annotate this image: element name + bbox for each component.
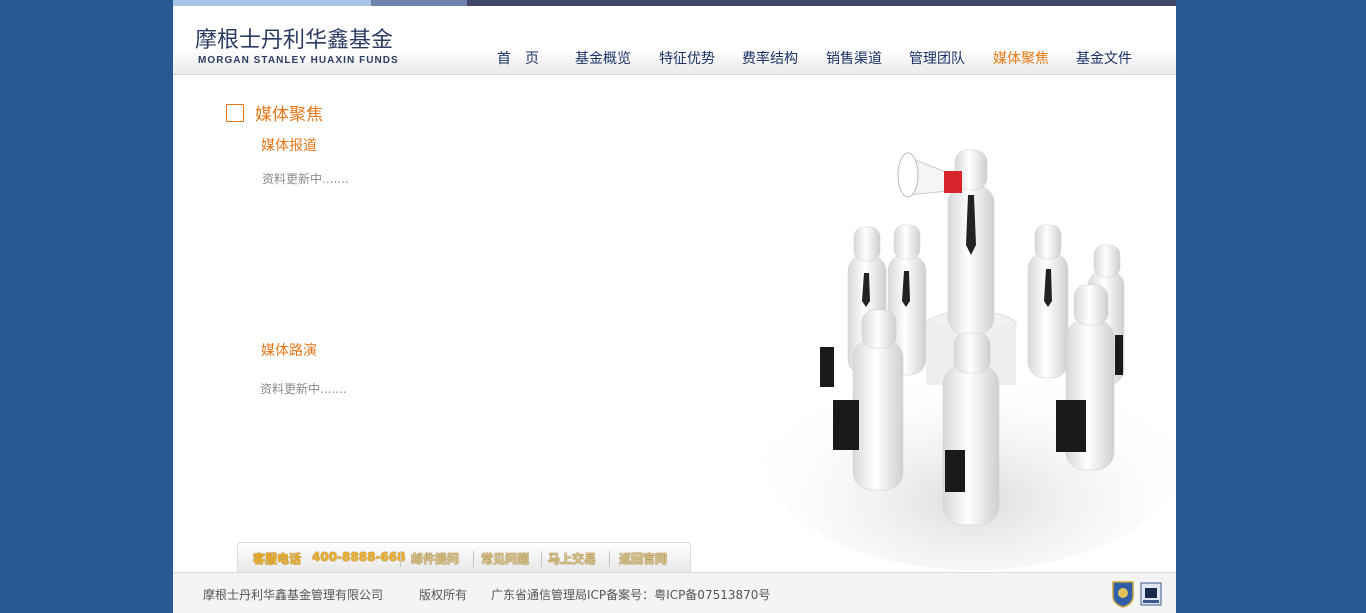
section-title-text: 媒体聚焦 <box>255 105 323 125</box>
nav-sales-channels[interactable]: 销售渠道 <box>826 48 882 68</box>
link-faq[interactable]: 常见问题 <box>481 550 529 567</box>
link-back-home[interactable]: 返回官网 <box>619 550 667 567</box>
police-badge-icon[interactable] <box>1139 580 1163 608</box>
site-header: 摩根士丹利华鑫基金 MORGAN STANLEY HUAXIN FUNDS 首 … <box>173 6 1176 75</box>
divider <box>609 551 610 567</box>
link-trade-now[interactable]: 马上交易 <box>548 550 596 567</box>
footer-rights: 版权所有 <box>419 588 468 602</box>
site-footer: 摩根士丹利华鑫基金管理有限公司 版权所有 广东省通信管理局ICP备案号：粤ICP… <box>173 572 1176 613</box>
megaphone-icon <box>897 152 962 198</box>
nav-media-focus[interactable]: 媒体聚焦 <box>993 48 1049 68</box>
footer-icp[interactable]: 广东省通信管理局ICP备案号：粤ICP备07513870号 <box>491 586 770 603</box>
nav-home[interactable]: 首 页 <box>497 48 539 68</box>
link-mail-question[interactable]: 邮件提问 <box>411 550 459 567</box>
section-title: 媒体聚焦 <box>226 100 323 125</box>
footer-company: 摩根士丹利华鑫基金管理有限公司 <box>203 588 384 602</box>
police-shield-icon[interactable] <box>1111 580 1135 608</box>
logo-english[interactable]: MORGAN STANLEY HUAXIN FUNDS <box>198 55 399 66</box>
divider <box>400 551 401 567</box>
nav-fees[interactable]: 费率结构 <box>742 48 798 68</box>
page-container: 摩根士丹利华鑫基金 MORGAN STANLEY HUAXIN FUNDS 首 … <box>173 0 1176 613</box>
logo-chinese[interactable]: 摩根士丹利华鑫基金 <box>195 22 393 54</box>
hotline-number[interactable]: 400-8888-668 <box>312 550 405 564</box>
media-reports-note: 资料更新中....... <box>262 172 349 186</box>
divider <box>541 551 542 567</box>
media-reports-title: 媒体报道 <box>261 138 317 154</box>
nav-features[interactable]: 特征优势 <box>659 48 715 68</box>
divider <box>473 551 474 567</box>
quick-links-bar: 客服电话 400-8888-668 邮件提问 常见问题 马上交易 返回官网 <box>237 542 691 572</box>
hero-illustration <box>763 149 1176 570</box>
hotline-label: 客服电话 <box>253 552 302 566</box>
nav-fund-overview[interactable]: 基金概览 <box>575 48 631 68</box>
nav-fund-documents[interactable]: 基金文件 <box>1076 48 1132 68</box>
media-roadshow-title: 媒体路演 <box>261 343 317 359</box>
media-roadshow-note: 资料更新中....... <box>260 382 347 396</box>
section-square-icon <box>226 103 244 122</box>
nav-management-team[interactable]: 管理团队 <box>909 48 965 68</box>
